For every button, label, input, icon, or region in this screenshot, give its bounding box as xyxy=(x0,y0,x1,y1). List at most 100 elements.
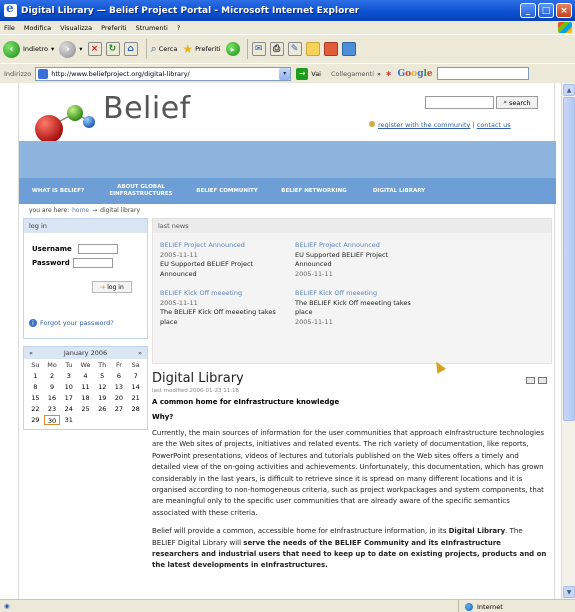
calendar-day[interactable]: 10 xyxy=(60,382,77,392)
calendar-day[interactable]: 22 xyxy=(27,404,44,414)
forgot-password-link[interactable]: i Forgot your password? xyxy=(29,319,114,327)
research-icon[interactable] xyxy=(341,42,356,56)
register-link[interactable]: register with the community xyxy=(378,121,470,129)
contact-link[interactable]: contact us xyxy=(477,121,511,129)
links-label[interactable]: Collegamenti xyxy=(331,70,374,78)
scroll-down-icon[interactable]: ▼ xyxy=(563,586,575,598)
search-toolbar-label: Cerca xyxy=(158,45,178,53)
login-button[interactable]: ➜ log in xyxy=(92,281,132,293)
calendar-day[interactable]: 8 xyxy=(27,382,44,392)
breadcrumb-home-link[interactable]: home xyxy=(72,207,89,214)
messenger-icon[interactable] xyxy=(323,42,338,56)
calendar-day[interactable]: 3 xyxy=(60,371,77,381)
links-chevron-icon[interactable]: » xyxy=(377,70,381,78)
send-to-icon[interactable] xyxy=(526,377,535,384)
forward-button[interactable]: › ▾ xyxy=(59,40,83,58)
calendar-day[interactable]: 2 xyxy=(44,371,61,381)
go-label: Vai xyxy=(311,69,321,78)
edit-icon[interactable]: ✎ xyxy=(287,42,302,56)
calendar-day[interactable]: 15 xyxy=(27,393,44,403)
nav-what-is-belief[interactable]: WHAT IS BELIEF? xyxy=(19,188,97,195)
calendar-day[interactable]: 27 xyxy=(111,404,128,414)
vertical-scrollbar[interactable]: ▲ ▼ xyxy=(561,83,575,599)
mail-icon[interactable]: ✉ xyxy=(251,42,266,56)
refresh-icon[interactable]: ↻ xyxy=(105,42,120,56)
calendar-day[interactable]: 24 xyxy=(60,404,77,414)
print-page-icon[interactable] xyxy=(538,377,547,384)
calendar-day[interactable]: 7 xyxy=(127,371,144,381)
menu-visualizza[interactable]: Visualizza xyxy=(60,24,92,32)
back-button[interactable]: ‹ Indietro ▾ xyxy=(3,40,54,58)
site-search-button[interactable]: ⌕ search xyxy=(496,96,538,109)
page-description: A common home for eInfrastructure knowle… xyxy=(152,398,340,406)
menu-preferiti[interactable]: Preferiti xyxy=(101,24,126,32)
search-toolbar-button[interactable]: ⌕ Cerca xyxy=(151,42,178,56)
calendar-weekday: Mo xyxy=(47,361,57,369)
calendar-day[interactable]: 26 xyxy=(94,404,111,414)
tools-icon[interactable]: ✱ xyxy=(386,70,391,78)
calendar-day[interactable]: 16 xyxy=(44,393,61,403)
go-button[interactable]: → Vai xyxy=(296,67,321,80)
news-item-title[interactable]: BELIEF Project Announced xyxy=(295,241,420,251)
folder-icon[interactable] xyxy=(305,42,320,56)
calendar-next-button[interactable]: » xyxy=(138,349,142,357)
news-item: BELIEF Kick Off meeeting 2005-11-11 The … xyxy=(160,289,285,327)
google-search-input[interactable] xyxy=(436,67,529,80)
calendar-day[interactable]: 18 xyxy=(77,393,94,403)
minimize-button[interactable]: _ xyxy=(520,3,536,18)
calendar-day[interactable]: 11 xyxy=(77,382,94,392)
menu-help[interactable]: ? xyxy=(177,24,180,32)
calendar-day[interactable]: 28 xyxy=(127,404,144,414)
scrollbar-thumb[interactable] xyxy=(563,97,575,421)
nav-belief-community[interactable]: BELIEF COMMUNITY xyxy=(185,188,269,195)
site-logo-text[interactable]: Belief xyxy=(103,91,191,126)
media-icon[interactable]: ▸ xyxy=(225,42,240,56)
calendar-day[interactable]: 25 xyxy=(77,404,94,414)
calendar-day[interactable]: 14 xyxy=(127,382,144,392)
close-button[interactable]: × xyxy=(556,3,572,18)
calendar-day[interactable]: 6 xyxy=(111,371,128,381)
favorites-toolbar-button[interactable]: ★ Preferiti xyxy=(182,42,220,56)
news-item-title[interactable]: BELIEF Project Announced xyxy=(160,241,285,251)
home-icon[interactable]: ⌂ xyxy=(123,42,138,56)
address-input[interactable]: http://www.beliefproject.org/digital-lib… xyxy=(35,66,292,81)
news-item-title[interactable]: BELIEF Kick Off meeeting xyxy=(295,289,420,299)
calendar-day[interactable]: 31 xyxy=(60,415,77,425)
calendar-day[interactable]: 30 xyxy=(43,415,61,425)
calendar-prev-button[interactable]: « xyxy=(29,349,33,357)
nav-belief-networking[interactable]: BELIEF NETWORKING xyxy=(269,188,359,195)
calendar-day[interactable]: 29 xyxy=(27,415,44,425)
login-button-label: log in xyxy=(107,283,124,291)
calendar-weekday: Su xyxy=(31,361,40,369)
calendar-header: « January 2006 » xyxy=(24,347,147,359)
calendar-day[interactable]: 9 xyxy=(44,382,61,392)
nav-digital-library[interactable]: DIGITAL LIBRARY xyxy=(359,188,439,195)
username-input[interactable] xyxy=(77,244,118,254)
calendar-day[interactable]: 12 xyxy=(94,382,111,392)
menu-strumenti[interactable]: Strumenti xyxy=(136,24,168,32)
calendar-day[interactable]: 13 xyxy=(111,382,128,392)
site-search-label: search xyxy=(509,98,531,107)
scroll-up-icon[interactable]: ▲ xyxy=(563,84,575,96)
calendar-day[interactable]: 21 xyxy=(127,393,144,403)
print-icon[interactable]: ⎙ xyxy=(269,42,284,56)
username-label: Username xyxy=(32,245,72,253)
calendar-grid: Su Mo Tu We Th Fr Sa 1 2 3 4 5 6 7 8 9 10 11 12 13 14 15 16 17 1… xyxy=(24,359,147,426)
menu-modifica[interactable]: Modifica xyxy=(24,24,51,32)
site-search-input[interactable] xyxy=(425,96,494,109)
address-dropdown-icon[interactable]: ▾ xyxy=(279,67,291,80)
menu-file[interactable]: File xyxy=(4,24,15,32)
stop-icon[interactable]: × xyxy=(87,42,102,56)
calendar-day[interactable]: 17 xyxy=(60,393,77,403)
calendar-day[interactable]: 20 xyxy=(111,393,128,403)
password-input[interactable] xyxy=(72,258,113,268)
maximize-button[interactable]: □ xyxy=(538,3,554,18)
menubar: File Modifica Visualizza Preferiti Strum… xyxy=(0,21,575,34)
calendar-day[interactable]: 23 xyxy=(44,404,61,414)
calendar-day[interactable]: 5 xyxy=(94,371,111,381)
calendar-day[interactable]: 19 xyxy=(94,393,111,403)
nav-about-global-einfrastructures[interactable]: ABOUT GLOBAL EINFRASTRUCTURES xyxy=(97,184,185,198)
calendar-day[interactable]: 1 xyxy=(27,371,44,381)
calendar-day[interactable]: 4 xyxy=(77,371,94,381)
news-item-title[interactable]: BELIEF Kick Off meeeting xyxy=(160,289,285,299)
